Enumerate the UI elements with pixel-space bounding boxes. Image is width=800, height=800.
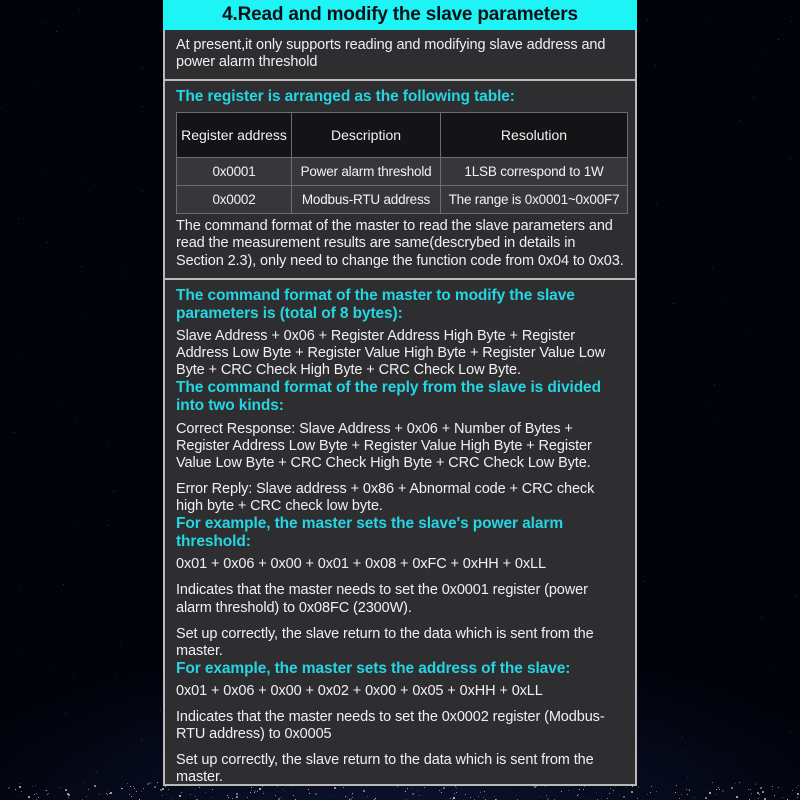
example-power-alarm-heading: For example, the master sets the slave's… (176, 515, 564, 551)
column-header-resolution: Resolution (440, 112, 628, 159)
intro-box: At present,it only supports reading and … (165, 30, 635, 82)
cell-register-address: 0x0001 (176, 157, 292, 187)
example-power-alarm-note: Indicates that the master needs to set t… (176, 582, 588, 616)
cell-resolution: 1LSB correspond to 1W (440, 157, 628, 187)
cell-register-address: 0x0002 (176, 185, 292, 215)
command-format-box: The command format of the master to modi… (165, 280, 635, 795)
correct-response-text: Correct Response: Slave Address + 0x06 +… (176, 420, 592, 471)
table-row: 0x0002 Modbus-RTU address The range is 0… (176, 185, 628, 215)
register-box: The register is arranged as the followin… (165, 81, 635, 280)
column-header-description: Description (291, 112, 441, 159)
cell-resolution: The range is 0x0001~0x00F7 (440, 185, 628, 215)
example-address-note: Indicates that the master needs to set t… (176, 709, 605, 743)
column-header-register-address: Register address (176, 112, 292, 159)
modify-command-heading: The command format of the master to modi… (176, 286, 575, 322)
table-header-row: Register address Description Resolution (176, 112, 628, 159)
document-panel: At present,it only supports reading and … (163, 0, 637, 786)
cell-description: Power alarm threshold (291, 157, 441, 187)
table-row: 0x0001 Power alarm threshold 1LSB corres… (176, 157, 628, 187)
register-table-heading: The register is arranged as the followin… (176, 88, 515, 106)
page-background: 4.Read and modify the slave parameters A… (0, 0, 800, 800)
page-title: 4.Read and modify the slave parameters (222, 4, 578, 25)
error-reply-text: Error Reply: Slave address + 0x86 + Abno… (176, 480, 595, 514)
cell-description: Modbus-RTU address (291, 185, 441, 215)
section-title-bar: 4.Read and modify the slave parameters (163, 0, 637, 30)
example-address-heading: For example, the master sets the address… (176, 659, 571, 677)
example-power-alarm-command: 0x01 + 0x06 + 0x00 + 0x01 + 0x08 + 0xFC … (176, 556, 546, 573)
intro-text: At present,it only supports reading and … (176, 37, 606, 71)
example-power-alarm-result: Set up correctly, the slave return to th… (176, 625, 594, 659)
modify-command-body: Slave Address + 0x06 + Register Address … (176, 327, 606, 379)
example-address-command: 0x01 + 0x06 + 0x00 + 0x02 + 0x00 + 0x05 … (176, 682, 543, 699)
read-command-note: The command format of the master to read… (176, 218, 624, 269)
reply-format-heading: The command format of the reply from the… (176, 379, 601, 415)
example-address-result: Set up correctly, the slave return to th… (176, 752, 594, 786)
register-table: Register address Description Resolution … (176, 112, 628, 215)
